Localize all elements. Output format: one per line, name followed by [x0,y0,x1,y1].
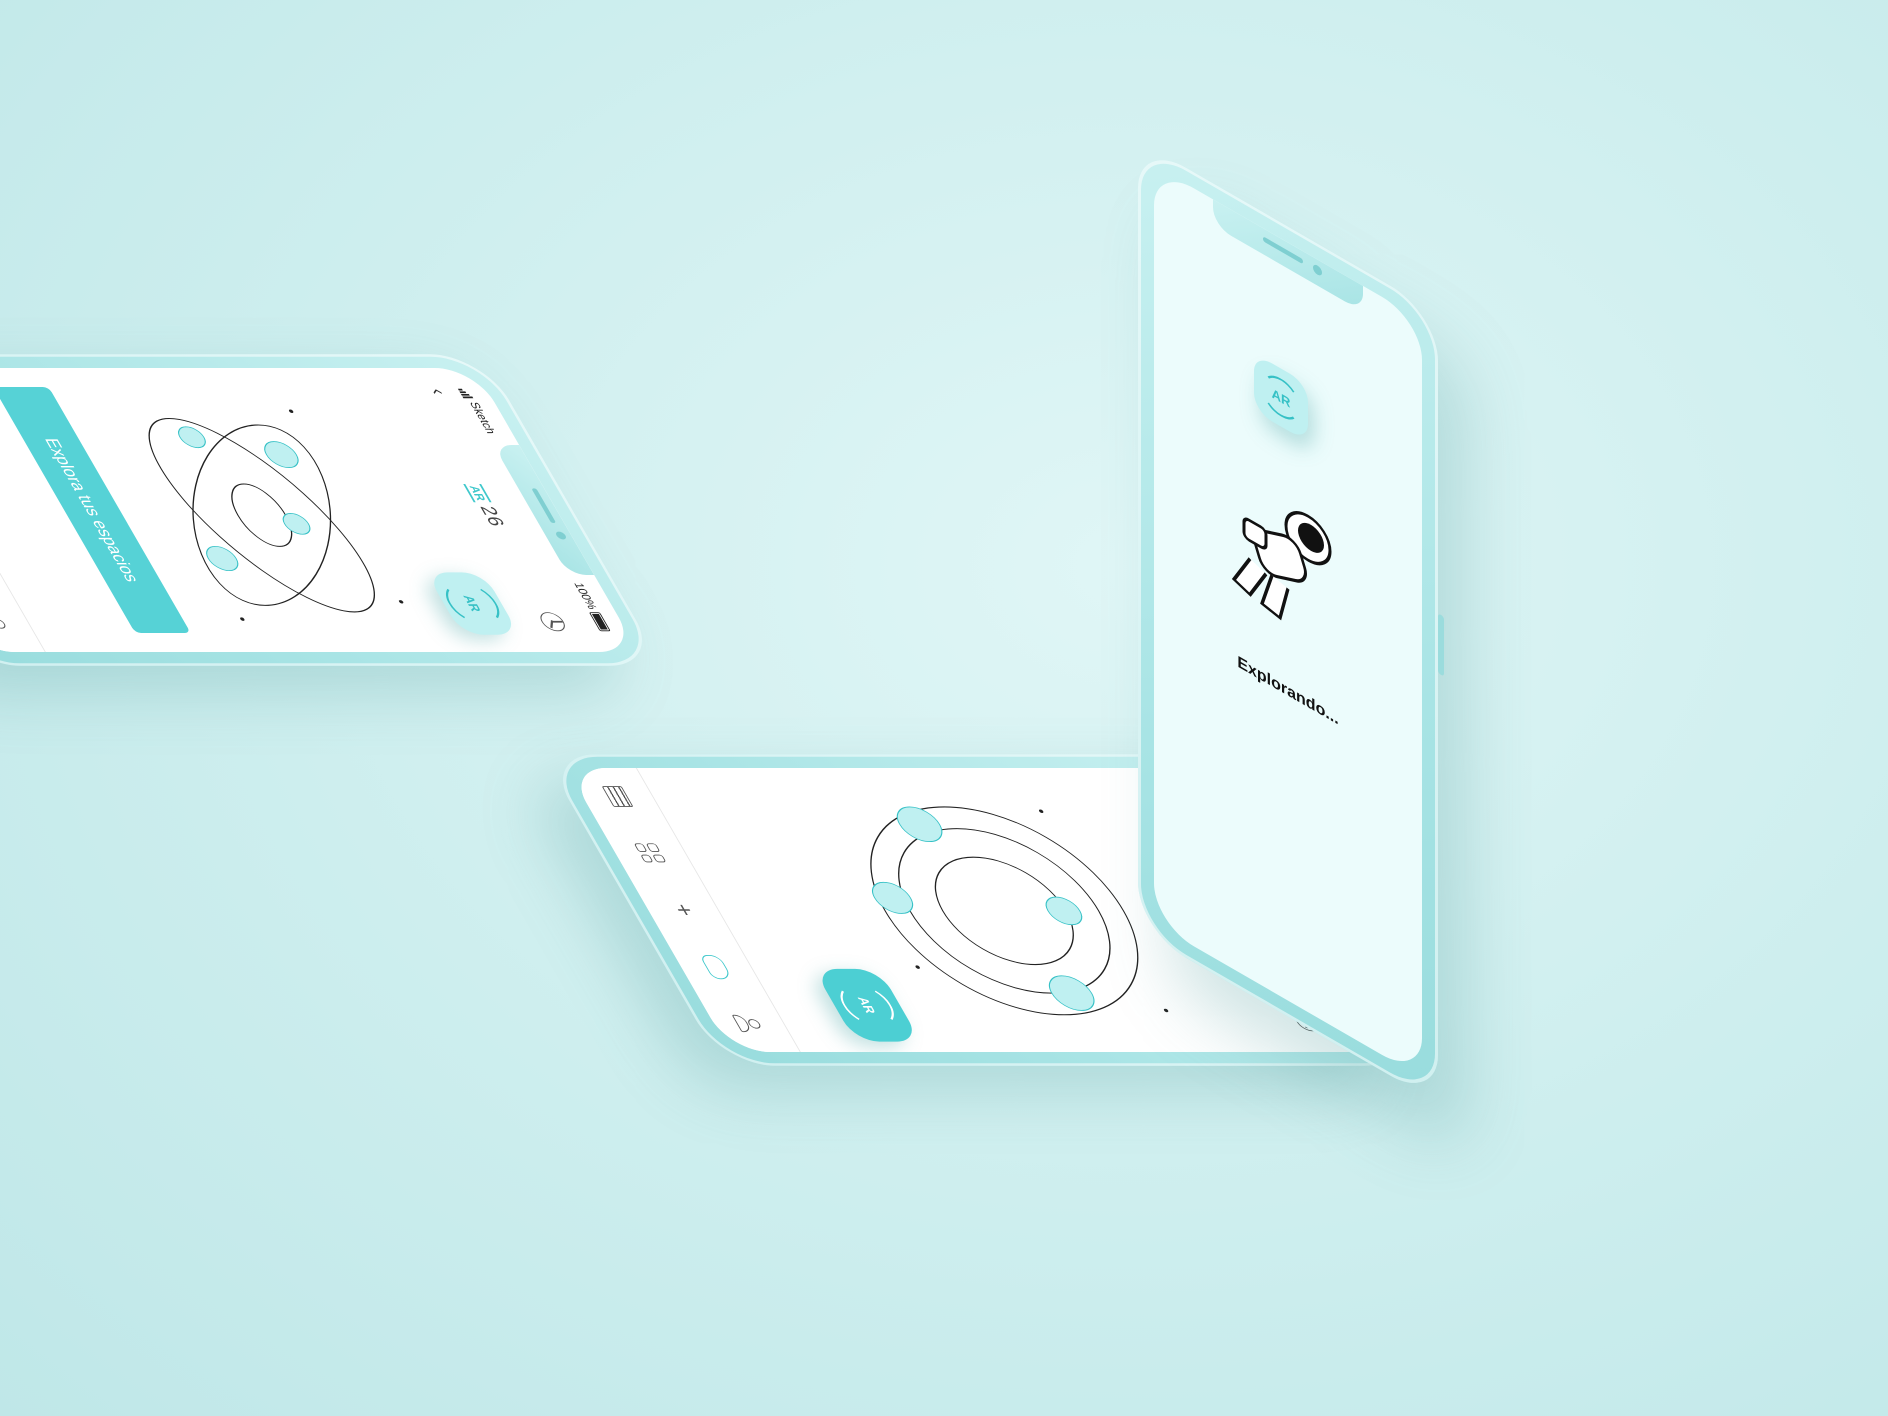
battery-label: 100% [570,582,601,610]
side-button [1438,613,1444,677]
tab-add[interactable]: + [661,897,706,923]
tab-savings[interactable] [693,954,738,980]
user-icon [0,614,10,633]
star-planet-icon [1045,896,1083,926]
list-icon [601,785,634,807]
grid-icon [633,843,667,863]
battery-icon [588,612,611,632]
mockup-scene: Sketch 100% ‹ AR 26 AR Explora tus espac… [0,0,1888,1416]
car-planet-icon [871,881,914,914]
tab-profile[interactable] [726,1011,771,1037]
tab-bar: + [566,767,801,1053]
plus-icon: + [666,903,701,917]
ar-rotate-icon: AR [1262,367,1300,428]
ar-rotate-icon: AR [831,984,904,1027]
ar-coin-icon: AR [463,484,493,503]
ar-button-label: AR [1271,384,1291,411]
loading-screen: AR Explorando... [1154,165,1422,1078]
ar-button-label: AR [855,997,880,1014]
pie-chart-icon[interactable] [536,612,570,632]
ar-button[interactable]: AR [1254,352,1308,443]
tab-grid[interactable] [628,840,673,866]
explore-screen: Sketch 100% ‹ AR 26 AR Explora tus espac… [0,367,639,653]
house-planet-icon [896,806,943,843]
tab-list[interactable] [595,783,640,809]
tab-profile[interactable] [0,611,16,637]
piggy-bank-icon [698,954,733,979]
car-planet-icon [178,426,206,449]
user-icon [732,1014,765,1033]
back-button[interactable]: ‹ [424,389,450,395]
chevron-left-icon: ‹ [425,388,451,395]
house-planet-icon [264,441,299,468]
star-planet-icon [282,513,311,535]
notch [1213,199,1363,312]
signal-icon [458,388,478,399]
phone-explore: Sketch 100% ‹ AR 26 AR Explora tus espac… [0,354,663,666]
ar-button[interactable]: AR [813,968,921,1042]
coin-count: 26 [474,505,509,527]
coin-badge: AR 26 [461,484,509,527]
carrier-label: Sketch [466,402,499,434]
astronaut-illustration [1231,511,1332,621]
